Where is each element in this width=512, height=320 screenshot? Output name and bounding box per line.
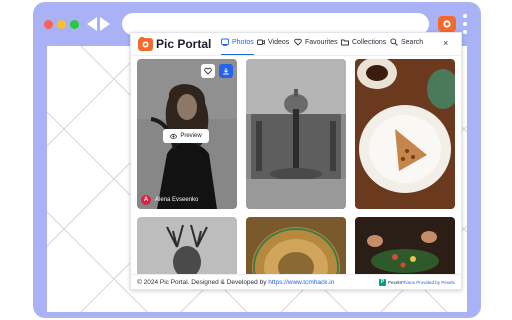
extension-icon[interactable]	[438, 14, 456, 32]
tab-search-label: Search	[401, 39, 424, 46]
logo-icon	[138, 37, 153, 51]
video-icon	[257, 39, 265, 45]
window-maximize-dot[interactable]	[70, 20, 79, 29]
tab-collections[interactable]: Collections	[341, 38, 386, 54]
popup-header: Pic Portal Photos Videos Favourites Coll…	[131, 33, 461, 56]
tab-videos-label: Videos	[268, 39, 290, 46]
hands-with-plants-image	[355, 217, 455, 274]
photo-card[interactable]	[246, 217, 346, 274]
tab-videos[interactable]: Videos	[257, 38, 289, 54]
pie-slice-and-coffee-image	[355, 59, 455, 209]
favourite-button[interactable]	[201, 64, 215, 78]
tab-favourites-label: Favourites	[305, 39, 338, 46]
search-icon	[390, 38, 398, 46]
photo-card[interactable]	[355, 59, 455, 209]
window-minimize-dot[interactable]	[57, 20, 66, 29]
stag-antlers-image	[137, 217, 237, 274]
developer-link[interactable]: https://www.tcmhack.in	[268, 279, 334, 286]
photo-card[interactable]	[246, 59, 346, 209]
eye-icon	[170, 133, 178, 139]
pexels-credit-link[interactable]: Photos Provided by Pexels	[401, 280, 455, 286]
close-icon[interactable]: ×	[443, 38, 448, 48]
preview-button[interactable]: Preview	[163, 129, 209, 143]
download-button[interactable]	[219, 64, 233, 78]
browser-menu-icon[interactable]	[463, 14, 468, 40]
author-info: A Alena Evseenko	[141, 195, 198, 205]
pexels-logo-icon: P	[379, 279, 386, 286]
tab-collections-label: Collections	[352, 39, 387, 46]
photo-card[interactable]	[137, 217, 237, 274]
author-name: Alena Evseenko	[155, 197, 199, 203]
brand-title: Pic Portal	[156, 37, 212, 51]
tab-photos-label: Photos	[232, 39, 254, 46]
download-icon	[223, 68, 229, 75]
footer-credit-text: © 2024 Pic Portal. Designed & Developed …	[137, 279, 269, 286]
forward-arrow-icon[interactable]	[100, 17, 110, 31]
footer-credit: © 2024 Pic Portal. Designed & Developed …	[137, 278, 334, 287]
wooden-wheel-image	[246, 217, 346, 274]
photo-gallery: Preview A Alena Evseenko	[131, 56, 461, 274]
photo-card[interactable]	[355, 217, 455, 274]
tab-search[interactable]: Search	[390, 38, 423, 54]
cathedral-square-fountain-image	[246, 59, 346, 209]
tab-photos[interactable]: Photos	[221, 38, 254, 55]
window-close-dot[interactable]	[44, 20, 53, 29]
heart-icon	[204, 67, 212, 75]
popup-footer: © 2024 Pic Portal. Designed & Developed …	[131, 274, 461, 289]
photo-icon	[221, 38, 229, 46]
pexels-name: Pexels	[388, 280, 402, 285]
avatar: A	[141, 195, 151, 205]
preview-label: Preview	[180, 133, 202, 139]
back-arrow-icon[interactable]	[87, 17, 97, 31]
heart-icon	[294, 38, 302, 46]
tab-favourites[interactable]: Favourites	[294, 38, 338, 54]
folder-icon	[341, 39, 349, 46]
photo-card[interactable]: Preview A Alena Evseenko	[137, 59, 237, 209]
extension-popup: Pic Portal Photos Videos Favourites Coll…	[130, 32, 462, 290]
